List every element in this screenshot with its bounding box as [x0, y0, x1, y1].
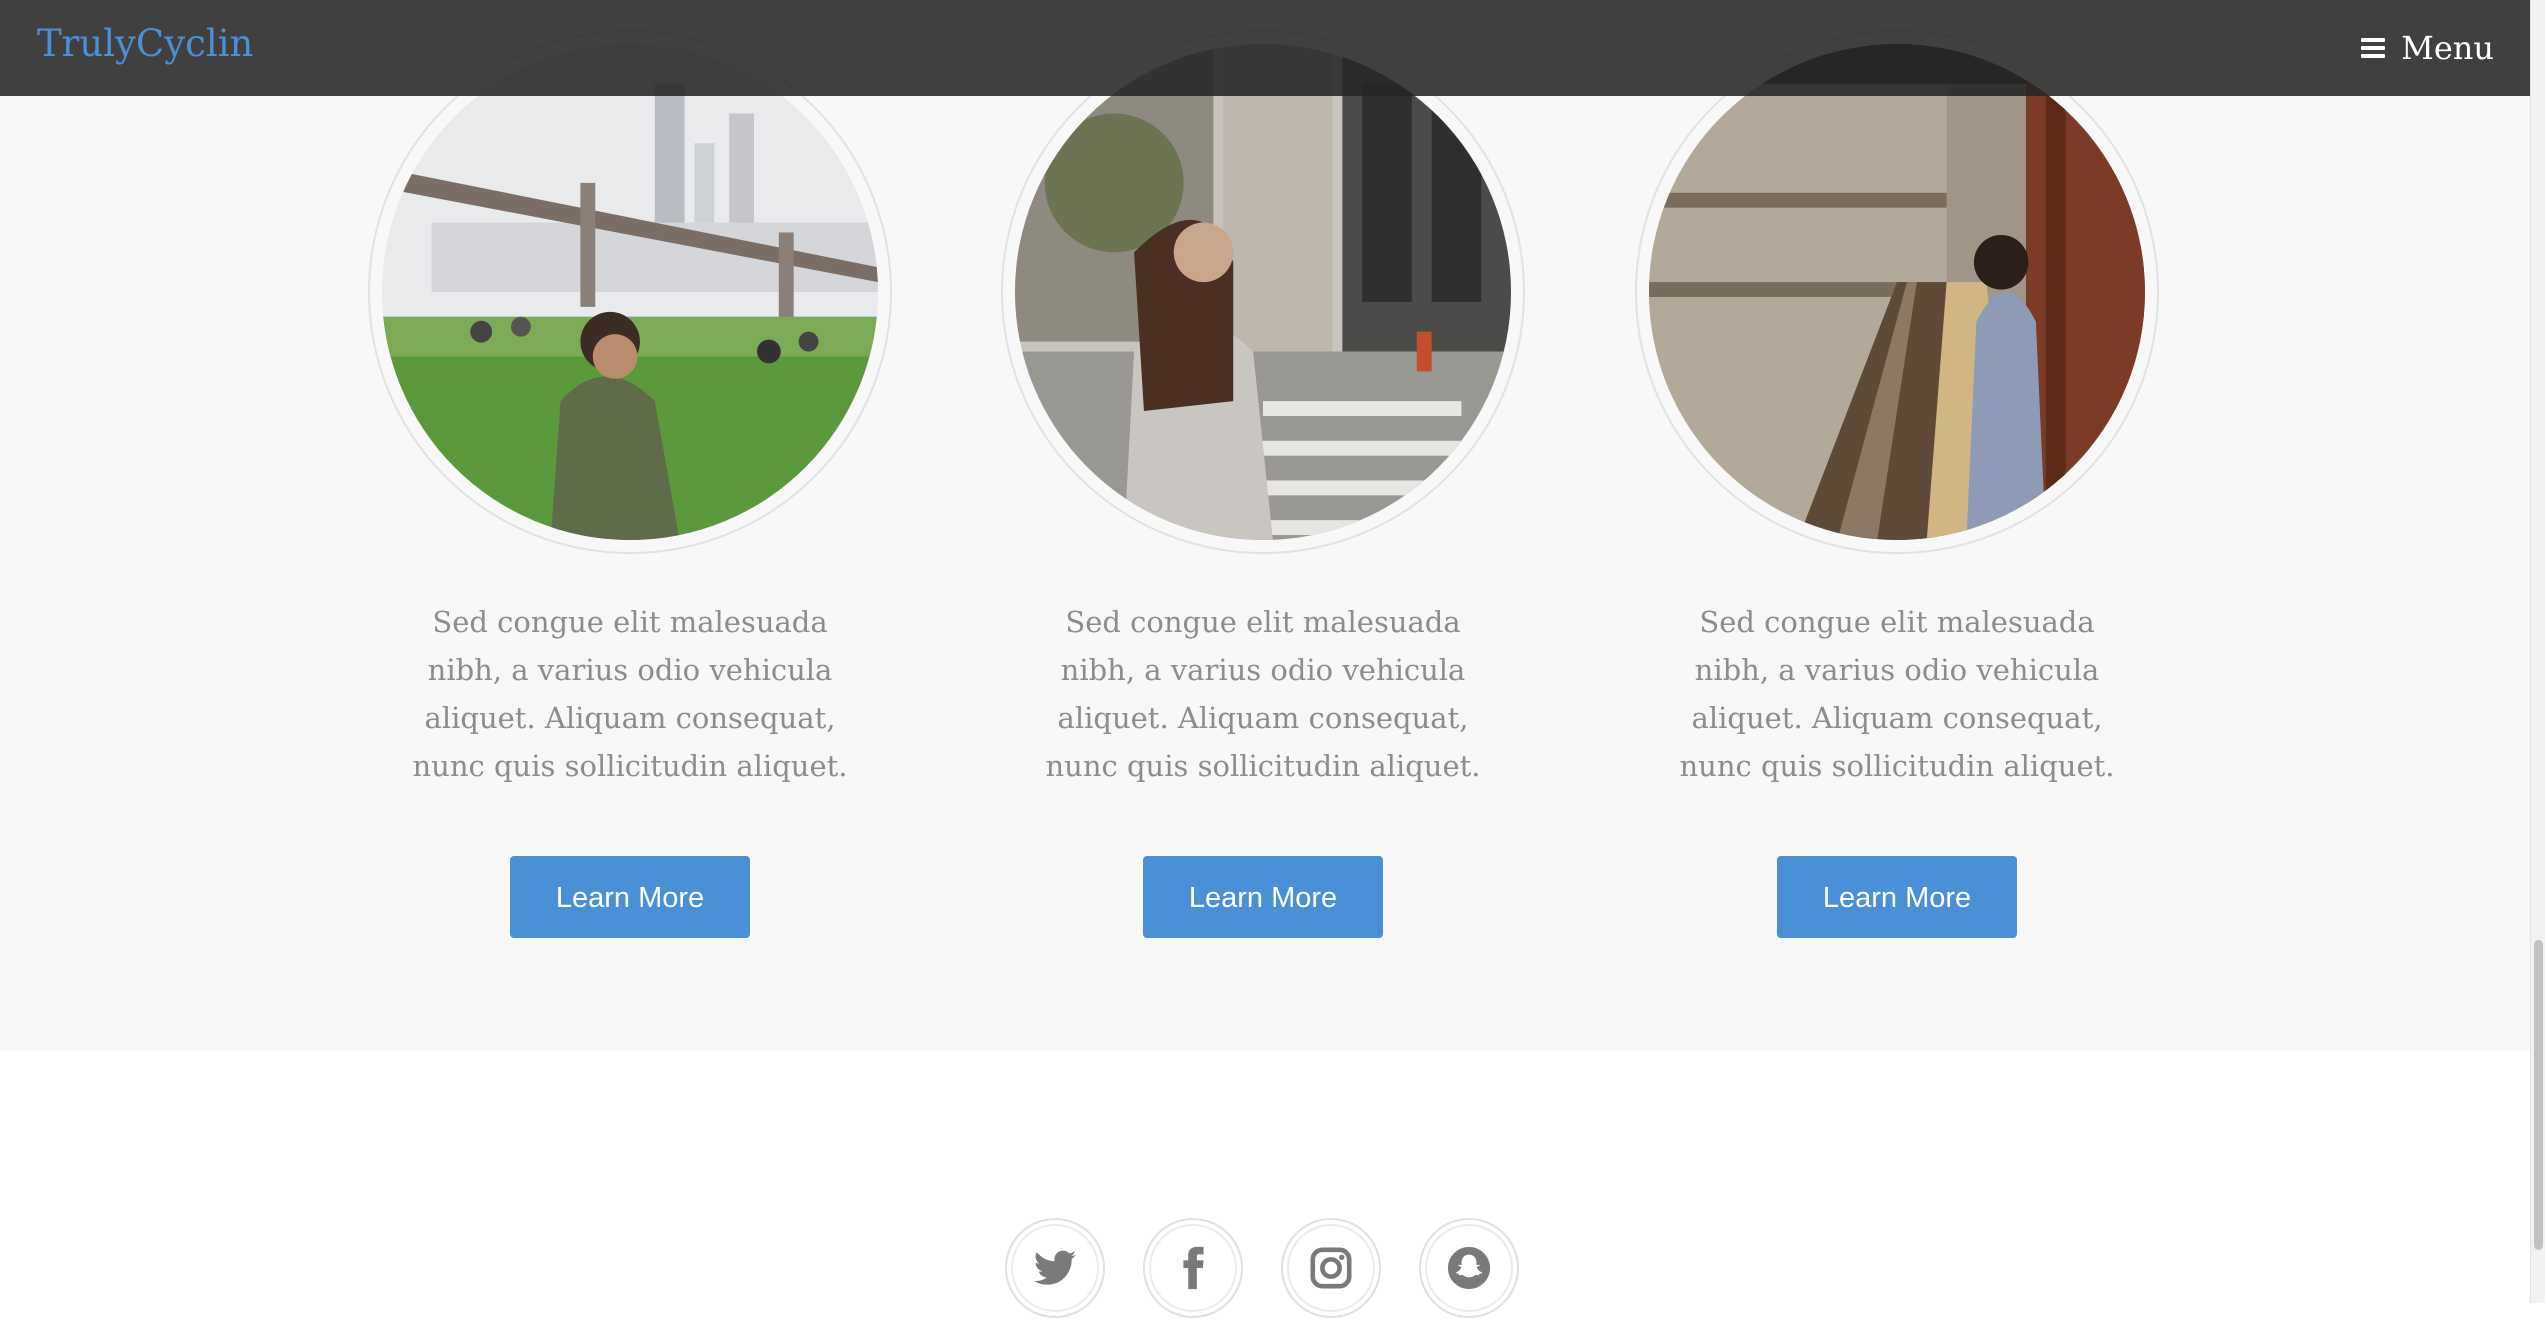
facebook-icon: [1183, 1246, 1204, 1290]
feature-text: Sed congue elit malesuada nibh, a varius…: [1679, 605, 2115, 783]
feature-text: Sed congue elit malesuada nibh, a varius…: [412, 605, 848, 783]
menu-label: Menu: [2401, 29, 2494, 67]
menu-button[interactable]: Menu: [2361, 28, 2494, 68]
feature-photo-frame: [368, 30, 892, 554]
feature-card: Sed congue elit malesuada nibh, a varius…: [1627, 30, 2167, 938]
twitter-icon: [1033, 1250, 1077, 1285]
social-links: [1005, 1218, 1519, 1318]
learn-more-button[interactable]: Learn More: [510, 856, 750, 938]
feature-card: Sed congue elit malesuada nibh, a varius…: [993, 30, 1533, 938]
page-scrollbar[interactable]: [2530, 0, 2545, 1303]
photo-man-in-subway: [1649, 44, 2145, 540]
top-navbar: TrulyCyclin Menu: [0, 0, 2530, 96]
photo-woman-at-crosswalk: [1015, 44, 1511, 540]
feature-text: Sed congue elit malesuada nibh, a varius…: [1045, 605, 1481, 783]
features-section: Sed congue elit malesuada nibh, a varius…: [0, 0, 2530, 1051]
instagram-icon: [1310, 1247, 1352, 1289]
snapchat-link[interactable]: [1419, 1218, 1519, 1318]
feature-card: Sed congue elit malesuada nibh, a varius…: [360, 30, 900, 938]
scrollbar-thumb[interactable]: [2534, 940, 2543, 1250]
footer: [0, 1051, 2530, 1318]
brand-logo[interactable]: TrulyCyclin: [37, 22, 253, 66]
learn-more-button[interactable]: Learn More: [1777, 856, 2017, 938]
instagram-link[interactable]: [1281, 1218, 1381, 1318]
learn-more-button[interactable]: Learn More: [1143, 856, 1383, 938]
photo-man-near-bridge: [382, 44, 878, 540]
facebook-link[interactable]: [1143, 1218, 1243, 1318]
feature-photo-frame: [1635, 30, 2159, 554]
snapchat-icon: [1447, 1246, 1491, 1290]
feature-photo-frame: [1001, 30, 1525, 554]
twitter-link[interactable]: [1005, 1218, 1105, 1318]
hamburger-icon: [2361, 38, 2386, 58]
